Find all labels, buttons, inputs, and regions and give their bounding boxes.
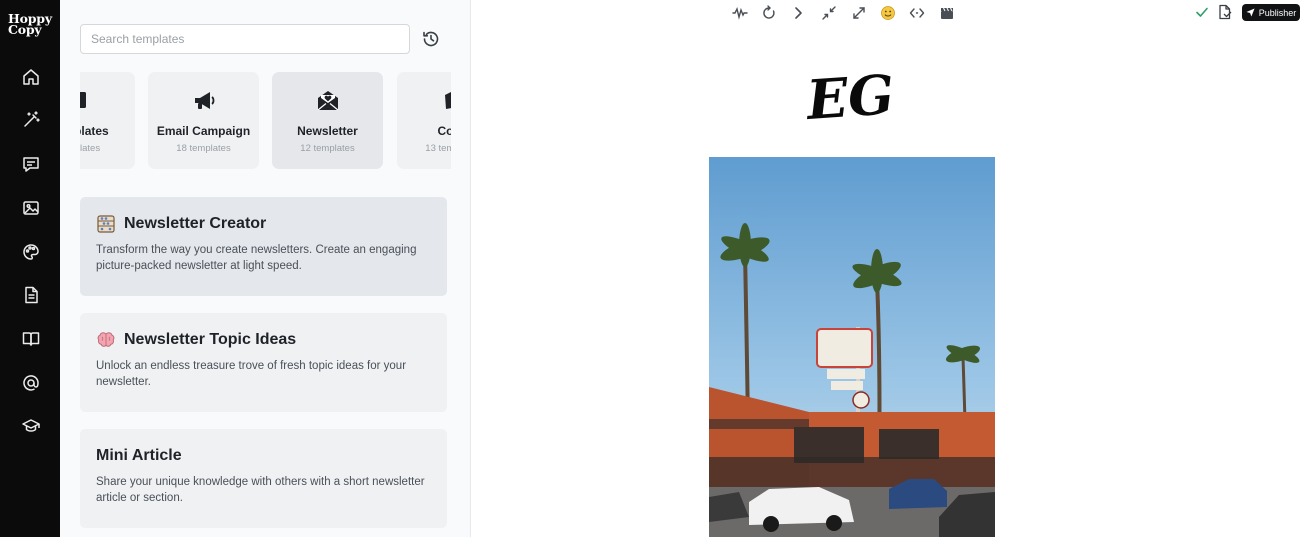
category-name: Templates bbox=[80, 124, 109, 138]
category-count: 13 templates bbox=[425, 143, 451, 154]
category-name: Newsletter bbox=[297, 124, 358, 138]
emoji-icon[interactable] bbox=[880, 5, 896, 21]
document-icon bbox=[80, 87, 94, 115]
saved-check-icon bbox=[1194, 4, 1210, 20]
category-carousel[interactable]: Templates templates Email Campaign 18 te… bbox=[80, 72, 451, 170]
category-count: templates bbox=[80, 143, 101, 154]
template-card-header: Newsletter Creator bbox=[96, 213, 266, 235]
category-card-templates[interactable]: Templates templates bbox=[80, 72, 135, 169]
search-templates-input[interactable] bbox=[80, 24, 410, 54]
newsletter-editor: Publisher EG bbox=[471, 0, 1302, 537]
brand-logo[interactable]: EG bbox=[803, 62, 897, 134]
template-card-header: Newsletter Topic Ideas bbox=[96, 329, 296, 351]
template-description: Transform the way you create newsletters… bbox=[96, 244, 417, 272]
magic-wand-icon[interactable] bbox=[21, 110, 41, 130]
at-sign-icon[interactable] bbox=[21, 373, 41, 393]
category-name: Email Campaign bbox=[156, 124, 251, 138]
chat-icon[interactable] bbox=[21, 154, 41, 174]
category-count: 18 templates bbox=[176, 143, 231, 154]
template-card-newsletter-topic-ideas[interactable]: Newsletter Topic Ideas Unlock an endless… bbox=[80, 313, 447, 412]
home-icon[interactable] bbox=[21, 67, 41, 87]
refresh-icon[interactable] bbox=[761, 5, 777, 21]
waveform-icon[interactable] bbox=[732, 5, 748, 21]
brand-mark-text: EG bbox=[803, 62, 897, 132]
copy-icon bbox=[439, 87, 451, 115]
left-rail: Hoppy Copy bbox=[0, 0, 60, 537]
category-card-email-campaign[interactable]: Email Campaign 18 templates bbox=[148, 72, 259, 169]
publisher-label: Publisher bbox=[1258, 7, 1297, 18]
template-card-mini-article[interactable]: Mini Article Share your unique knowledge… bbox=[80, 429, 447, 528]
collapse-icon[interactable] bbox=[821, 5, 837, 21]
template-description: Unlock an endless treasure trove of fres… bbox=[96, 360, 407, 388]
template-title: Newsletter Topic Ideas bbox=[124, 331, 297, 348]
category-card-copy[interactable]: Copy 13 templates bbox=[397, 72, 451, 169]
code-icon[interactable] bbox=[909, 5, 925, 21]
brain-icon bbox=[96, 330, 116, 350]
template-title: Newsletter Creator bbox=[124, 215, 267, 232]
chevron-right-icon[interactable] bbox=[790, 5, 806, 21]
street-photo bbox=[709, 157, 995, 537]
newsletter-hero-image[interactable] bbox=[709, 157, 995, 537]
expand-icon[interactable] bbox=[851, 5, 867, 21]
send-icon bbox=[1246, 8, 1255, 17]
category-card-newsletter[interactable]: Newsletter 12 templates bbox=[272, 72, 383, 169]
template-description: Share your unique knowledge with others … bbox=[96, 476, 425, 504]
template-panel: Templates templates Email Campaign 18 te… bbox=[60, 0, 471, 537]
app-logo[interactable]: Hoppy Copy bbox=[8, 12, 54, 36]
template-card-newsletter-creator[interactable]: Newsletter Creator Transform the way you… bbox=[80, 197, 447, 296]
clapperboard-icon[interactable] bbox=[939, 5, 955, 21]
image-icon[interactable] bbox=[21, 198, 41, 218]
publisher-button[interactable]: Publisher bbox=[1242, 4, 1300, 21]
document-icon[interactable] bbox=[21, 285, 41, 305]
megaphone-icon bbox=[190, 87, 218, 115]
envelope-heart-icon bbox=[314, 87, 342, 115]
document-settings-icon[interactable] bbox=[1217, 4, 1233, 20]
template-title: Mini Article bbox=[96, 447, 182, 464]
template-card-header: Mini Article bbox=[96, 445, 182, 467]
category-name: Copy bbox=[437, 124, 452, 138]
abacus-icon bbox=[96, 214, 116, 234]
app-window: Hoppy Copy Search templates lates lates … bbox=[0, 0, 1302, 537]
history-icon[interactable] bbox=[421, 29, 441, 49]
graduation-cap-icon[interactable] bbox=[21, 416, 41, 436]
category-count: 12 templates bbox=[300, 143, 355, 154]
book-icon[interactable] bbox=[21, 329, 41, 349]
palette-icon[interactable] bbox=[21, 242, 41, 262]
